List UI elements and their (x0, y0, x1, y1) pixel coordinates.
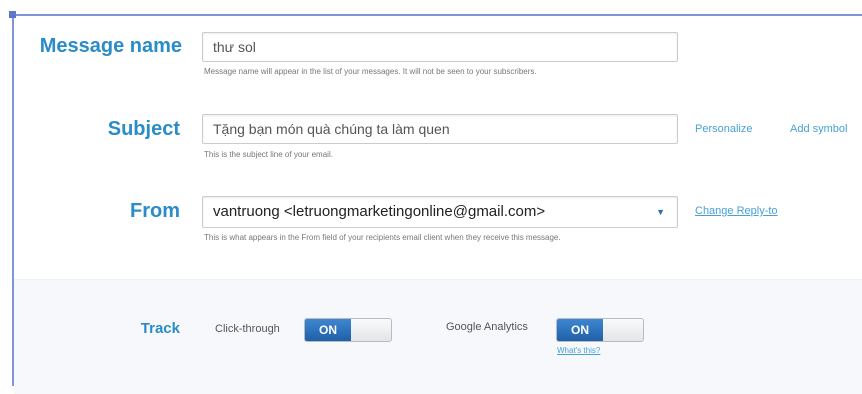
subject-help: This is the subject line of your email. (204, 150, 333, 159)
click-through-label: Click-through (215, 323, 280, 335)
frame-corner-handle[interactable] (9, 11, 16, 18)
from-label: From (130, 200, 180, 222)
add-symbol-link[interactable]: Add symbol (790, 123, 847, 135)
google-analytics-toggle[interactable]: ON (556, 318, 644, 342)
dropdown-caret-icon: ▼ (656, 207, 665, 217)
from-select[interactable]: vantruong <letruongmarketingonline@gmail… (202, 196, 678, 228)
change-reply-to-link[interactable]: Change Reply-to (695, 205, 778, 217)
frame-top-border (12, 14, 862, 16)
subject-input[interactable]: Tặng bạn món quà chúng ta làm quen (202, 114, 678, 144)
message-name-label: Message name (39, 35, 182, 57)
click-through-toggle[interactable]: ON (304, 318, 392, 342)
from-select-value: vantruong <letruongmarketingonline@gmail… (213, 203, 546, 220)
subject-label: Subject (107, 118, 180, 140)
google-analytics-toggle-state: ON (557, 319, 603, 341)
message-name-help: Message name will appear in the list of … (204, 67, 537, 76)
whats-this-link[interactable]: What's this? (557, 346, 600, 355)
message-name-input[interactable]: thư sol (202, 32, 678, 62)
from-help: This is what appears in the From field o… (204, 233, 561, 242)
personalize-link[interactable]: Personalize (695, 123, 752, 135)
google-analytics-label: Google Analytics (446, 321, 528, 333)
click-through-toggle-state: ON (305, 319, 351, 341)
track-label: Track (140, 320, 180, 337)
